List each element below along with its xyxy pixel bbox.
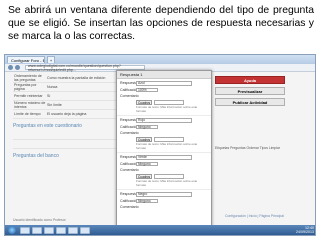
row-key: Ordenamiento de las preguntas [14, 74, 42, 82]
system-clock[interactable]: 12:40 24/09/2013 [296, 226, 314, 234]
new-tab-button[interactable]: + [47, 56, 55, 63]
feedback-label: Comentario [120, 131, 139, 135]
clock-date: 24/09/2013 [296, 230, 314, 234]
settings-form: Ordenamiento de las preguntas Como muestr… [13, 74, 133, 161]
caption-text: Se abrirá un ventana diferente dependien… [8, 5, 314, 42]
settings-row [13, 140, 133, 149]
windows-taskbar: 12:40 24/09/2013 [5, 225, 315, 235]
grade-label: Calificación [120, 161, 139, 166]
answer-block: Respuesta Negro Calificación Ninguno Comen… [117, 190, 211, 226]
row-key: Preguntas por página [14, 83, 37, 91]
settings-row: Preguntas por página Nunca [13, 83, 133, 92]
word-icon[interactable] [56, 226, 66, 234]
answer-label: Respuesta [120, 118, 138, 123]
forward-icon[interactable] [15, 65, 20, 70]
row-key: Número máximo de intentos [14, 101, 46, 109]
chrome-icon[interactable] [80, 226, 90, 234]
settings-row: Permitir reintentar Sí [13, 92, 133, 101]
footer-left: Usuario identificado como Profesor [13, 218, 66, 222]
settings-row: Número máximo de intentos Sin límite [13, 101, 133, 110]
format-note: Formato de texto: Más información sobre … [136, 179, 198, 187]
answer-label: Respuesta [120, 192, 138, 197]
row-key: Permitir reintentar [14, 94, 43, 98]
start-button-icon[interactable] [8, 226, 16, 234]
feedback-label: Comentario [120, 94, 139, 98]
answer-input[interactable]: Verde [136, 155, 192, 160]
publish-button[interactable]: Publicar Actividad [215, 98, 285, 106]
feedback-label: Comentario [120, 168, 139, 172]
grade-label: Calificación [120, 198, 139, 203]
answer-block: Respuesta Rojo Calificación Ninguno Coment… [117, 116, 211, 153]
answer-block: Respuesta Verde Calificación Ninguno Comen… [117, 153, 211, 190]
help-button[interactable]: Ayuda [215, 76, 285, 84]
answer-input[interactable]: Negro [136, 192, 192, 197]
side-panel: Ayuda Previsualizar Publicar Actividad E… [215, 76, 285, 151]
browser-tab[interactable]: Configurar Foro - Educación [7, 56, 45, 63]
answer-options-dialog: Respuesta 1 Respuesta Azul Calificación 10… [116, 70, 212, 227]
media-player-icon[interactable] [32, 226, 42, 234]
side-misc-text: Etiquetas Preguntas Ordenar Tipos Limpia… [215, 146, 281, 150]
grade-select[interactable]: Ninguno [136, 198, 158, 203]
footer-links[interactable]: Configuración | Inicio | Página Principa… [225, 214, 284, 218]
answer-input[interactable]: Azul [136, 81, 192, 86]
answer-label: Respuesta [120, 155, 138, 160]
format-note: Formato de texto: Más información sobre … [136, 105, 198, 113]
settings-row [13, 131, 133, 140]
grade-select[interactable]: 100% [136, 87, 158, 92]
back-icon[interactable] [8, 65, 13, 70]
settings-row: Límite de tiempo El usuario deja la págin… [13, 110, 133, 119]
answer-label: Respuesta [120, 81, 138, 86]
app-screenshot: Configurar Foro - Educación + www.colegi… [4, 54, 316, 236]
grade-label: Calificación [120, 124, 139, 129]
powerpoint-icon[interactable] [68, 226, 78, 234]
grade-label: Calificación [120, 87, 139, 92]
grade-select[interactable]: Ninguno [136, 124, 158, 129]
section-title: Preguntas en este cuestionario [13, 123, 82, 129]
explorer-icon[interactable] [20, 226, 30, 234]
answer-input[interactable]: Rojo [136, 118, 192, 123]
format-note: Formato de texto: Más información sobre … [136, 142, 198, 150]
dialog-title: Respuesta 1 [117, 71, 211, 79]
bank-title: Preguntas del banco [13, 153, 59, 159]
grade-select[interactable]: Ninguno [136, 161, 158, 166]
row-key: Límite de tiempo [14, 112, 41, 116]
browser-icon[interactable] [44, 226, 54, 234]
answer-block: Respuesta Azul Calificación 100% Comentari… [117, 79, 211, 116]
feedback-label: Comentario [120, 205, 139, 209]
preview-button[interactable]: Previsualizar [215, 87, 285, 95]
settings-row: Ordenamiento de las preguntas Como muestr… [13, 74, 133, 83]
